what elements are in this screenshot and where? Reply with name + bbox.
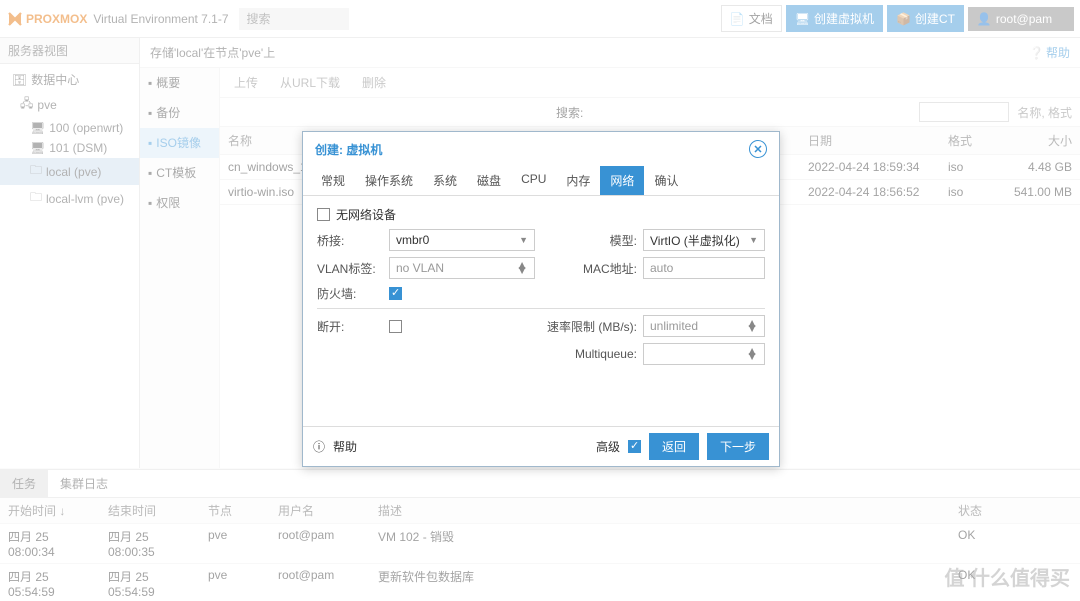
model-label: 模型: — [547, 232, 643, 249]
disconnect-label: 断开: — [317, 318, 389, 335]
info-icon: ⓘ — [313, 438, 325, 455]
advanced-label: 高级 — [596, 438, 620, 455]
wizard-tab-系统[interactable]: 系统 — [423, 166, 467, 195]
close-icon[interactable]: ✕ — [749, 140, 767, 158]
no-network-label: 无网络设备 — [336, 206, 396, 223]
dialog-help-button[interactable]: 帮助 — [333, 438, 357, 455]
rate-input[interactable]: unlimited▲▼ — [643, 315, 765, 337]
rate-label: 速率限制 (MB/s): — [547, 318, 643, 335]
wizard-tab-CPU[interactable]: CPU — [511, 166, 556, 195]
mac-label: MAC地址: — [547, 260, 643, 277]
watermark: 值 什么值得买 — [944, 562, 1070, 591]
wizard-tab-磁盘[interactable]: 磁盘 — [467, 166, 511, 195]
advanced-checkbox[interactable] — [628, 440, 641, 453]
chevron-down-icon: ▼ — [519, 235, 528, 245]
back-button[interactable]: 返回 — [649, 433, 699, 460]
spinner-icon: ▲▼ — [746, 349, 758, 359]
spinner-icon: ▲▼ — [746, 321, 758, 331]
mac-input[interactable]: auto — [643, 257, 765, 279]
create-vm-dialog: 创建: 虚拟机 ✕ 常规操作系统系统磁盘CPU内存网络确认 无网络设备 桥接: … — [302, 131, 780, 467]
vlan-label: VLAN标签: — [317, 260, 389, 277]
vlan-input[interactable]: no VLAN▲▼ — [389, 257, 535, 279]
multiqueue-label: Multiqueue: — [547, 347, 643, 361]
wizard-tab-操作系统[interactable]: 操作系统 — [355, 166, 423, 195]
wizard-tab-内存[interactable]: 内存 — [556, 166, 600, 195]
disconnect-checkbox[interactable] — [389, 320, 402, 333]
model-select[interactable]: VirtIO (半虚拟化)▼ — [643, 229, 765, 251]
firewall-label: 防火墙: — [317, 285, 389, 302]
bridge-select[interactable]: vmbr0▼ — [389, 229, 535, 251]
wizard-tab-常规[interactable]: 常规 — [311, 166, 355, 195]
wizard-tab-确认[interactable]: 确认 — [644, 166, 688, 195]
bridge-label: 桥接: — [317, 232, 389, 249]
multiqueue-input[interactable]: ▲▼ — [643, 343, 765, 365]
no-network-checkbox[interactable] — [317, 208, 330, 221]
chevron-down-icon: ▼ — [749, 235, 758, 245]
wizard-tab-网络[interactable]: 网络 — [600, 166, 644, 195]
next-button[interactable]: 下一步 — [707, 433, 769, 460]
spinner-icon: ▲▼ — [516, 263, 528, 273]
dialog-title: 创建: 虚拟机 — [315, 141, 382, 158]
firewall-checkbox[interactable] — [389, 287, 402, 300]
